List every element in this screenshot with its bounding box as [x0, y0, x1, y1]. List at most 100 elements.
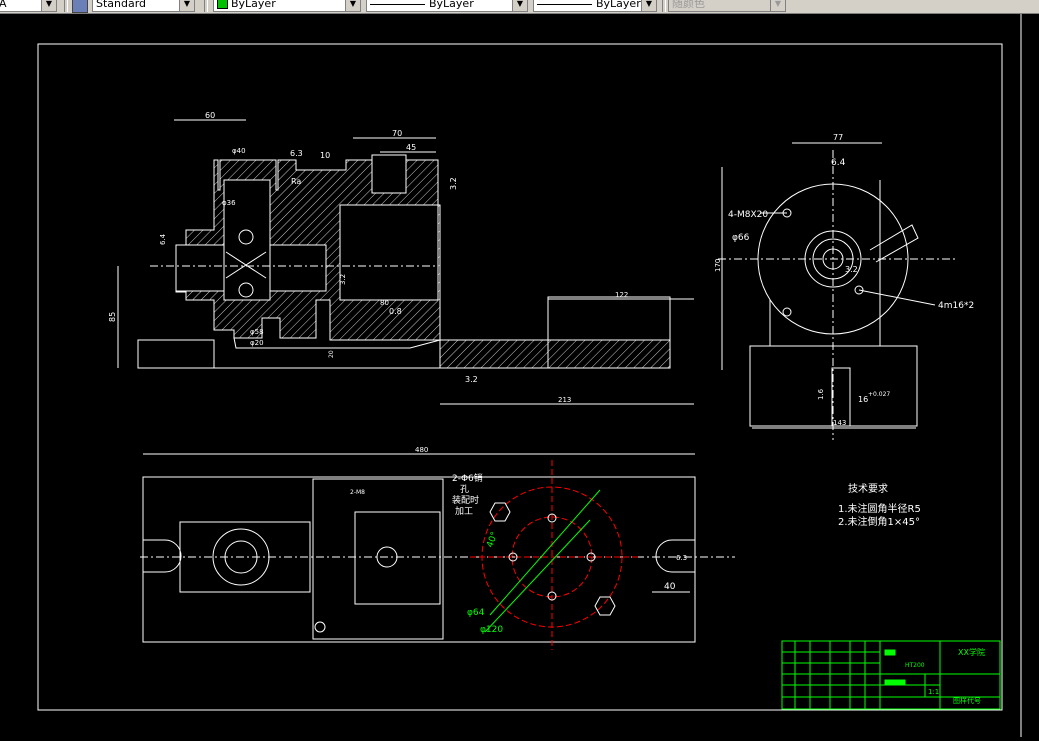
color-value: ByLayer: [231, 0, 276, 10]
angle-40: 40°: [485, 531, 500, 549]
side-view-dimensions: 77 6.4 4-M8X20 φ66 170 3.2 4m16*2 16 +0.…: [714, 133, 974, 427]
top-outer: [142, 476, 696, 643]
pin-note-3: 装配时: [452, 494, 479, 506]
pin-note-4: 加工: [455, 506, 473, 517]
top-small-hole: [314, 621, 326, 633]
dim-45: 45: [406, 143, 416, 152]
drawing-frame: [37, 43, 1003, 711]
dim-122: 122: [615, 291, 628, 299]
first-combo[interactable]: A ▼: [0, 0, 57, 12]
dim-phi66: φ66: [732, 233, 750, 243]
color-combo[interactable]: ByLayer ▼: [213, 0, 361, 12]
front-top-slot: [371, 154, 407, 194]
dim-6-4: 6.4: [159, 233, 167, 245]
chevron-down-icon[interactable]: ▼: [179, 0, 194, 11]
chevron-down-icon[interactable]: ▼: [345, 0, 360, 11]
chevron-down-icon: ▼: [770, 0, 785, 11]
dim-2-m8: 2-M8: [350, 489, 365, 496]
title-school: XX学院: [958, 647, 985, 657]
dim-80: 80: [380, 299, 389, 307]
dim-phi58: φ58: [250, 328, 264, 336]
dim-20: 20: [328, 350, 335, 358]
side-handle: [869, 224, 919, 263]
notes-line-1: 1.未注圆角半径R5: [838, 502, 921, 515]
notes-line-2: 2.未注倒角1×45°: [838, 515, 920, 528]
front-inner-cavity: [339, 204, 439, 301]
front-view: [117, 119, 694, 405]
title-block-text: XX学院 HT200 1:1 图样代号: [905, 647, 985, 705]
side-bolt-hole-3: [782, 307, 792, 317]
plotstyle-value: 随颜色: [672, 0, 705, 10]
toolbar-separator: [662, 0, 666, 12]
dim-1-6: 1.6: [817, 388, 825, 400]
dim-16: 16: [858, 395, 868, 404]
dim-3-2-side: 3.2: [845, 265, 858, 274]
title-drawing-no: 图样代号: [953, 696, 981, 705]
chevron-down-icon[interactable]: ▼: [512, 0, 527, 11]
properties-toolbar: A ▼ Standard ▼ ByLayer ▼ ByLayer ▼ ByLay…: [0, 0, 1039, 14]
dim-m8x20: 4-M8X20: [728, 210, 768, 220]
dim-3-2-b: 3.2: [339, 274, 347, 285]
chevron-down-icon[interactable]: ▼: [641, 0, 656, 11]
dim-3-2-a: 3.2: [449, 177, 458, 190]
top-left-slot: [143, 539, 182, 573]
dim-6-4-side: 6.4: [831, 158, 846, 168]
dim-phi120: φ120: [480, 625, 503, 635]
dim-170: 170: [714, 259, 722, 272]
title-block-mark: [884, 649, 896, 656]
dim-480: 480: [415, 446, 428, 454]
top-view-dimensions: 480 40 φ64 φ120 40° 2-Φ6销 孔 装配时 加工 2-M8 …: [350, 446, 687, 635]
text-style-icon[interactable]: [72, 0, 88, 13]
notes-title: 技术要求: [848, 482, 888, 495]
cad-drawing: 60 70 45 10 6.3 Ra φ40 φ36 6.4 85 φ58 φ2…: [37, 14, 1022, 737]
top-slot-block: [354, 511, 441, 605]
title-material: HT200: [905, 662, 925, 669]
green-leader-2: [484, 519, 591, 633]
dim-3-2-c: 3.2: [465, 375, 478, 384]
text-style-value: Standard: [96, 0, 147, 10]
front-base-hatch: [439, 339, 671, 369]
dim-ra: Ra: [291, 177, 301, 186]
technical-notes: 技术要求 1.未注圆角半径R5 2.未注倒角1×45°: [838, 482, 921, 528]
dim-10: 10: [320, 151, 330, 160]
color-swatch-icon: [217, 0, 228, 9]
dim-60: 60: [205, 111, 215, 120]
leader-m16: [858, 289, 936, 306]
linetype-preview-icon: [370, 3, 425, 5]
linetype-combo[interactable]: ByLayer ▼: [366, 0, 528, 12]
dim-77: 77: [833, 133, 843, 142]
toolbar-separator: [204, 0, 208, 12]
dim-16-tol: +0.027: [868, 391, 890, 398]
top-inner-block: [312, 478, 444, 640]
pin-note-1: 2-Φ6销: [452, 472, 483, 484]
linetype-value: ByLayer: [429, 0, 474, 10]
lineweight-combo[interactable]: ByLayer ▼: [533, 0, 657, 12]
title-scale: 1:1: [928, 688, 939, 696]
dim-40: 40: [664, 582, 676, 592]
text-style-combo[interactable]: Standard ▼: [92, 0, 195, 12]
lineweight-preview-icon: [537, 3, 592, 5]
front-vertical-bore: [223, 179, 271, 301]
first-combo-value: A: [0, 0, 7, 11]
plotstyle-combo: 随颜色 ▼: [668, 0, 786, 12]
hex-nut-1: [489, 502, 511, 522]
dim-m16: 4m16*2: [938, 301, 974, 311]
hex-nut-2: [594, 596, 616, 616]
dim-143: 143: [833, 419, 846, 427]
dim-213: 213: [558, 396, 571, 404]
dim-phi20: φ20: [250, 339, 264, 347]
chevron-down-icon[interactable]: ▼: [41, 0, 56, 11]
dim-6-3: 6.3: [290, 149, 303, 158]
drawing-canvas[interactable]: 60 70 45 10 6.3 Ra φ40 φ36 6.4 85 φ58 φ2…: [0, 14, 1039, 737]
front-left-base: [137, 339, 215, 369]
dim-70: 70: [392, 129, 402, 138]
green-leader-1: [489, 489, 601, 616]
toolbar-separator: [64, 0, 68, 12]
title-block-mark: [884, 679, 906, 686]
pin-note-2: 孔: [460, 484, 469, 495]
dim-0-8: 0.8: [389, 307, 402, 316]
dim-phi40: φ40: [232, 147, 246, 155]
side-key-slot: [831, 367, 851, 427]
dim-6-3-top: 6.3: [676, 554, 687, 562]
dim-phi64: φ64: [467, 608, 485, 618]
